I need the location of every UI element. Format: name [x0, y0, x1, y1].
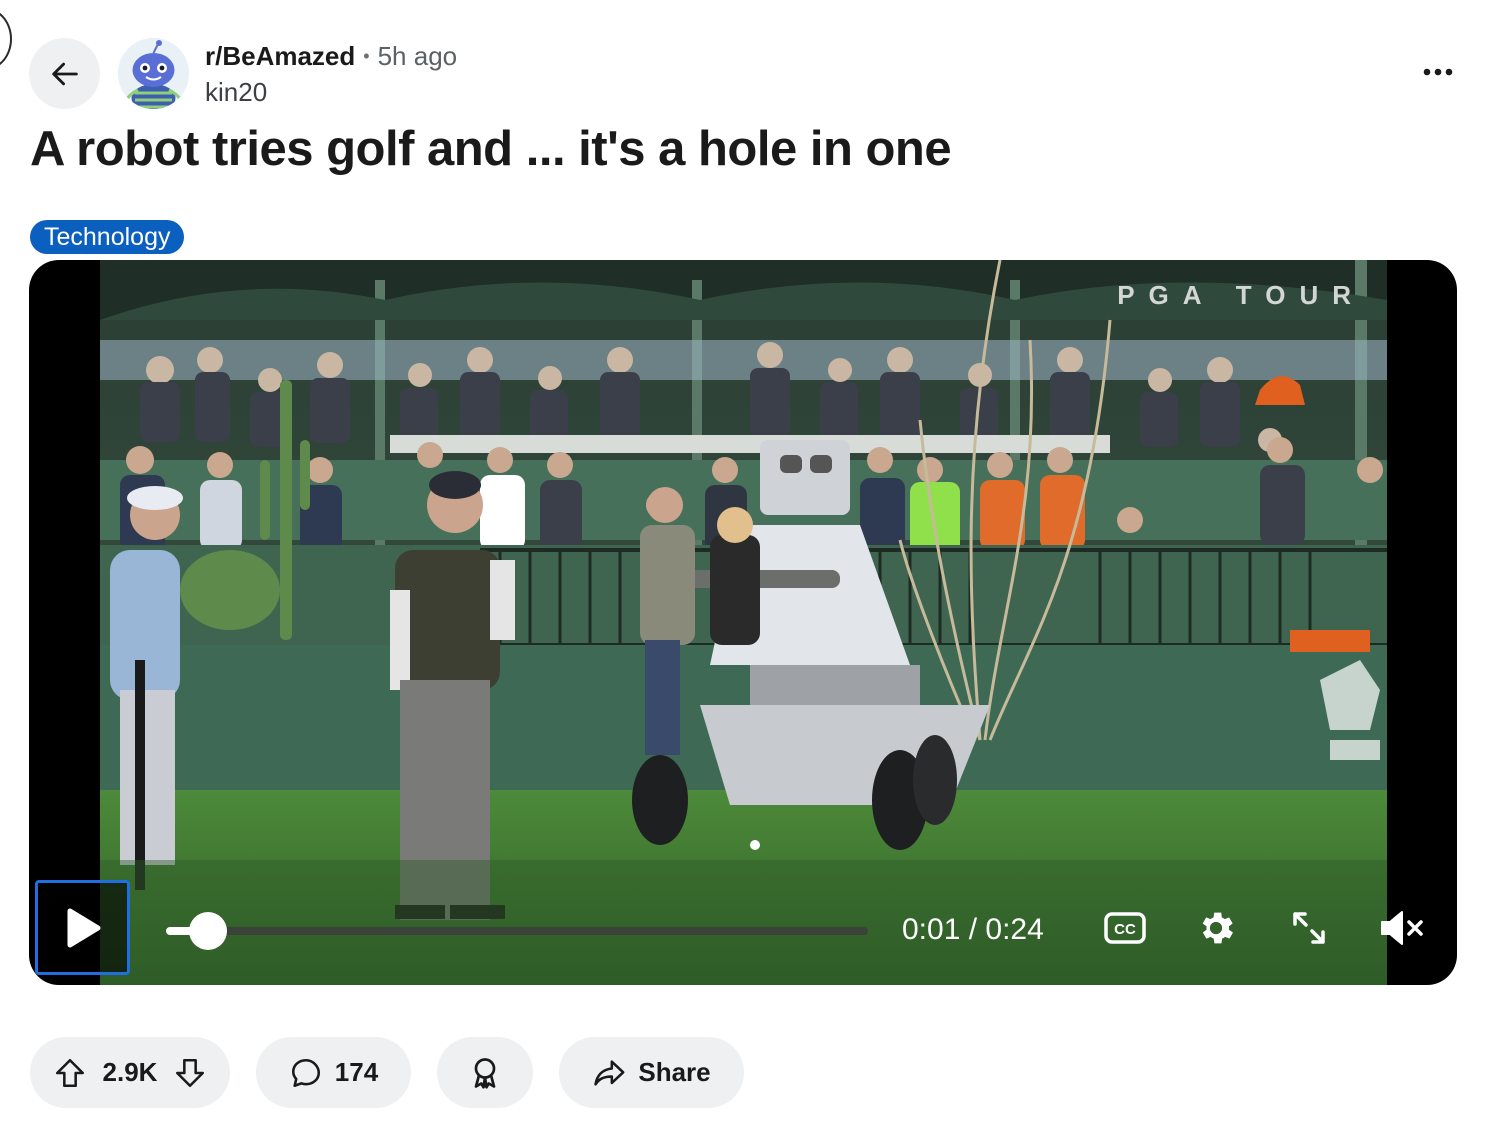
fullscreen-button[interactable] — [1281, 900, 1337, 956]
volume-muted-icon — [1381, 911, 1423, 945]
comments-button[interactable]: 174 — [256, 1037, 411, 1108]
arrow-left-icon — [51, 62, 78, 85]
cc-label: CC — [1114, 921, 1136, 938]
author-link[interactable]: kin20 — [205, 76, 267, 108]
post-timestamp: 5h ago — [377, 41, 458, 71]
arrow-up-icon — [55, 1058, 84, 1087]
closed-captions-icon: CC — [1104, 912, 1146, 944]
comment-count: 174 — [334, 1057, 379, 1087]
time-display: 0:01 / 0:24 — [902, 913, 1044, 946]
vote-bar: 2.9K — [30, 1037, 230, 1108]
play-button[interactable] — [35, 880, 130, 975]
more-options-button[interactable] — [1408, 50, 1468, 94]
window-edge-control — [0, 8, 12, 70]
subreddit-link[interactable]: r/BeAmazed — [205, 40, 355, 72]
expand-icon — [1293, 912, 1325, 944]
video-frame: PGA TOUR — [100, 260, 1387, 985]
award-ribbon-icon — [474, 1057, 496, 1089]
upvote-button[interactable] — [53, 1056, 87, 1090]
meta-separator: • — [363, 46, 370, 66]
post-title[interactable]: A robot tries golf and ... it's a hole i… — [30, 116, 952, 182]
back-button[interactable] — [29, 38, 100, 109]
downvote-button[interactable] — [173, 1056, 207, 1090]
post-meta: r/BeAmazed • 5h ago — [205, 40, 457, 72]
share-arrow-icon — [594, 1059, 625, 1086]
seek-bar[interactable] — [166, 912, 868, 950]
subreddit-avatar[interactable] — [118, 38, 189, 109]
share-label: Share — [638, 1057, 711, 1087]
snoo-avatar-icon — [118, 38, 189, 109]
video-player[interactable]: PGA TOUR 0:01 / 0:24 CC — [29, 260, 1457, 985]
comment-bubble-icon — [291, 1058, 320, 1087]
settings-button[interactable] — [1188, 900, 1244, 956]
video-watermark: PGA TOUR — [1117, 280, 1365, 310]
award-button[interactable] — [437, 1037, 533, 1108]
captions-button[interactable]: CC — [1097, 900, 1153, 956]
mute-button[interactable] — [1374, 900, 1430, 956]
share-button[interactable]: Share — [559, 1037, 744, 1108]
vote-score: 2.9K — [102, 1057, 158, 1087]
post-flair[interactable]: Technology — [30, 220, 185, 254]
gear-icon — [1202, 912, 1233, 944]
arrow-down-icon — [176, 1058, 205, 1087]
seek-bar-thumb[interactable] — [189, 912, 228, 950]
golf-robot-scene-image — [100, 260, 1387, 985]
more-horizontal-icon — [1423, 68, 1453, 76]
play-icon — [67, 908, 100, 947]
